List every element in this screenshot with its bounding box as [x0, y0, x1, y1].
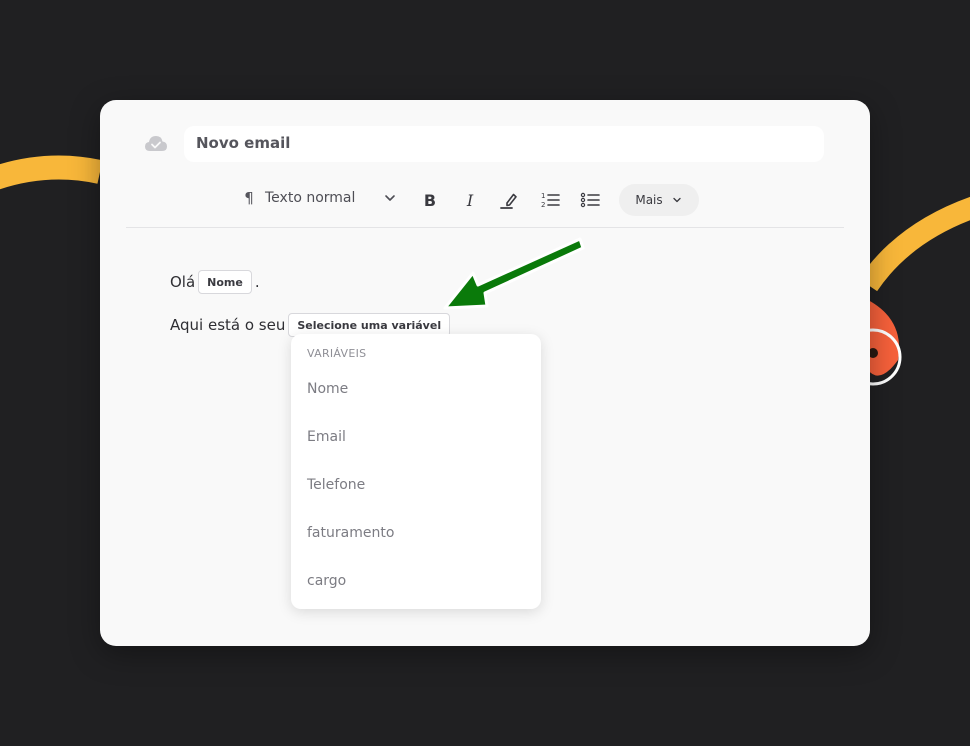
more-button-label: Mais — [635, 193, 663, 207]
toolbar-divider — [126, 227, 844, 228]
text-format-select[interactable]: Texto normal — [265, 188, 355, 208]
dropdown-header: VARIÁVEIS — [307, 347, 367, 360]
more-button[interactable]: Mais — [619, 184, 699, 216]
email-editor-card: Novo email ¶ Texto normal B I 1 2 Mais O… — [100, 100, 870, 646]
dropdown-item-telefone[interactable]: Telefone — [307, 477, 365, 493]
variable-chip-nome[interactable]: Nome — [198, 270, 252, 294]
dropdown-item-faturamento[interactable]: faturamento — [307, 525, 394, 541]
paragraph-icon: ¶ — [244, 189, 254, 207]
chevron-down-icon[interactable] — [382, 190, 398, 206]
italic-button[interactable]: I — [458, 188, 482, 212]
period-text: . — [254, 273, 260, 291]
svg-text:2: 2 — [541, 201, 545, 209]
orange-blob-right — [868, 300, 900, 376]
body-text: Aqui está o seu — [170, 316, 286, 334]
editor-line-1[interactable]: Olá Nome . — [170, 269, 260, 295]
yellow-swoosh-left — [0, 155, 103, 190]
bold-button[interactable]: B — [418, 188, 442, 212]
ordered-list-icon[interactable]: 1 2 — [538, 188, 562, 212]
subject-input[interactable]: Novo email — [184, 126, 824, 162]
cloud-check-icon — [145, 136, 167, 151]
subject-text: Novo email — [196, 134, 291, 152]
annotation-arrow-icon — [443, 237, 585, 310]
bullet-list-icon[interactable] — [578, 188, 602, 212]
chevron-down-icon — [672, 197, 681, 203]
dropdown-item-nome[interactable]: Nome — [307, 381, 348, 397]
highlighter-icon[interactable] — [498, 188, 522, 212]
variables-dropdown: VARIÁVEIS Nome Email Telefone faturament… — [291, 334, 541, 609]
yellow-swoosh-right — [858, 196, 970, 292]
greeting-text: Olá — [170, 273, 196, 291]
dropdown-item-cargo[interactable]: cargo — [307, 573, 346, 589]
svg-text:1: 1 — [541, 192, 545, 200]
dropdown-item-email[interactable]: Email — [307, 429, 346, 445]
